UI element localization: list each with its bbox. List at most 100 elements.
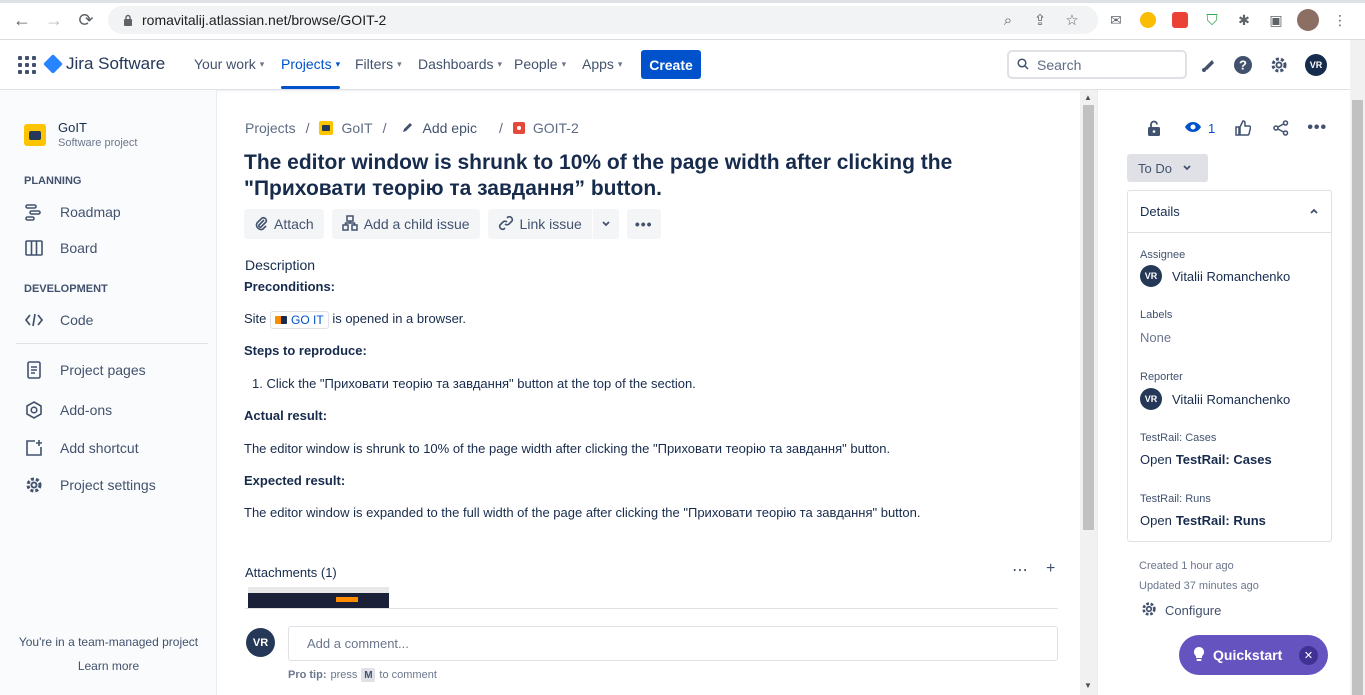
back-icon[interactable]: ← (10, 8, 34, 32)
more-icon: ••• (634, 216, 653, 232)
breadcrumb-issue-key[interactable]: GOIT-2 (512, 120, 579, 136)
settings-gear-icon[interactable] (1267, 53, 1291, 77)
open-prefix: Open (1140, 452, 1172, 467)
scrollbar-thumb[interactable] (1352, 100, 1363, 695)
roadmap-icon (24, 202, 44, 222)
labels-value[interactable]: None (1140, 330, 1171, 345)
app-switcher-icon[interactable] (18, 56, 36, 74)
reporter-field[interactable]: VR Vitalii Romanchenko (1140, 388, 1290, 410)
nav-dashboards[interactable]: Dashboards ▾ (418, 56, 502, 72)
profile-avatar[interactable] (1296, 8, 1320, 32)
sidebar-item-project-pages[interactable]: Project pages (24, 360, 146, 380)
mail-extension-icon[interactable]: ✉ (1104, 8, 1128, 32)
lightbulb-icon (1193, 646, 1205, 665)
link-issue-button[interactable]: Link issue (488, 209, 592, 239)
more-icon[interactable]: ••• (1305, 116, 1329, 140)
details-header[interactable]: Details (1128, 191, 1331, 233)
user-avatar[interactable]: VR (1304, 53, 1328, 77)
share-icon[interactable] (1269, 116, 1293, 140)
forward-icon[interactable]: → (42, 8, 66, 32)
more-actions-button[interactable]: ••• (626, 209, 661, 239)
development-section-title: DEVELOPMENT (24, 283, 108, 295)
testrail-runs-link[interactable]: Open TestRail: Runs (1140, 513, 1266, 528)
scroll-down-icon[interactable]: ▼ (1084, 681, 1092, 690)
sidebar-item-addons[interactable]: Add-ons (24, 400, 112, 420)
close-icon[interactable]: ✕ (1299, 646, 1318, 665)
breadcrumb-projects[interactable]: Projects (245, 120, 296, 136)
scroll-up-icon[interactable]: ▲ (1084, 93, 1092, 102)
goit-smart-link[interactable]: GO IT (270, 310, 329, 329)
bookmark-star-icon[interactable]: ☆ (1056, 12, 1088, 29)
scrollbar-thumb[interactable] (1083, 105, 1094, 530)
expected-text: The editor window is expanded to the ful… (244, 505, 921, 520)
keyboard-key: M (361, 668, 376, 682)
search-input[interactable]: Search (1007, 50, 1187, 79)
lock-icon[interactable] (1142, 116, 1166, 140)
address-bar[interactable]: romavitalij.atlassian.net/browse/GOIT-2 … (108, 6, 1098, 34)
sidebar-item-add-shortcut[interactable]: Add shortcut (24, 438, 139, 458)
add-icon[interactable]: + (1046, 560, 1055, 580)
add-child-issue-button[interactable]: Add a child issue (331, 209, 480, 239)
extension-icon-red[interactable] (1168, 8, 1192, 32)
project-avatar-icon (319, 121, 334, 135)
comment-input[interactable]: Add a comment... (288, 626, 1058, 661)
more-icon[interactable]: ⋯ (1012, 560, 1028, 580)
sidebar-item-label: Project pages (60, 362, 146, 378)
project-avatar-icon (24, 123, 46, 146)
sidebar-item-roadmap[interactable]: Roadmap (24, 202, 121, 222)
create-button[interactable]: Create (641, 50, 701, 79)
share-icon[interactable]: ⇪ (1024, 12, 1056, 29)
zoom-icon[interactable]: ⌕ (992, 12, 1024, 29)
sidebar-item-label: Project settings (60, 477, 156, 493)
link-issue-dropdown[interactable] (593, 209, 619, 239)
puzzle-extensions-icon[interactable]: ✱ (1232, 8, 1256, 32)
nav-filters[interactable]: Filters ▾ (355, 56, 402, 72)
attach-button[interactable]: Attach (244, 209, 324, 239)
sidebar-item-project-settings[interactable]: Project settings (24, 475, 156, 495)
nav-projects[interactable]: Projects ▾ (281, 56, 341, 89)
breadcrumb-project[interactable]: GoIT (319, 120, 373, 136)
main-scrollbar[interactable]: ▲ ▼ (1080, 90, 1097, 695)
attachment-thumbnail[interactable] (248, 587, 389, 609)
nav-people[interactable]: People ▾ (514, 56, 566, 72)
watch-button[interactable]: 1 (1184, 121, 1215, 136)
project-type: Software project (58, 137, 138, 149)
notifications-icon[interactable] (1196, 53, 1220, 77)
nav-apps[interactable]: Apps ▾ (582, 56, 622, 72)
pro-tip-suffix: to comment (379, 669, 437, 681)
add-epic-button[interactable]: Add epic (402, 120, 477, 136)
sidebar-item-board[interactable]: Board (24, 238, 97, 258)
help-icon[interactable]: ? (1231, 53, 1255, 77)
quickstart-button[interactable]: Quickstart ✕ (1179, 635, 1328, 675)
add-shortcut-icon (24, 438, 44, 458)
shield-extension-icon[interactable]: ⛉ (1200, 8, 1224, 32)
step-1: 1. Click the "Приховати теорію та завдан… (252, 376, 696, 391)
add-child-issue-label: Add a child issue (363, 216, 470, 232)
jira-logo[interactable]: Jira Software (43, 54, 165, 74)
issue-title[interactable]: The editor window is shrunk to 10% of th… (244, 150, 1064, 202)
testrail-cases-link[interactable]: Open TestRail: Cases (1140, 452, 1272, 467)
status-dropdown[interactable]: To Do (1127, 154, 1208, 182)
nav-your-work[interactable]: Your work ▾ (194, 56, 264, 72)
child-issue-icon (341, 214, 358, 234)
assignee-field[interactable]: VR Vitalii Romanchenko (1140, 265, 1290, 287)
page-scrollbar[interactable] (1350, 40, 1365, 695)
browser-menu-icon[interactable]: ⋮ (1328, 8, 1352, 32)
configure-button[interactable]: Configure (1141, 601, 1221, 620)
extension-icon-yellow[interactable] (1136, 8, 1160, 32)
assignee-avatar: VR (1140, 265, 1162, 287)
side-panel-icon[interactable]: ▣ (1264, 8, 1288, 32)
search-icon (1017, 57, 1029, 73)
smart-link-label: GO IT (291, 312, 324, 327)
nav-label: Apps (582, 56, 614, 72)
thumbs-up-icon[interactable] (1231, 116, 1255, 140)
chevron-down-icon: ▾ (617, 58, 623, 69)
reload-icon[interactable]: ⟳ (74, 8, 98, 32)
planning-section-title: PLANNING (24, 175, 82, 187)
issue-toolbar: 1 ••• (1142, 116, 1329, 140)
sidebar-item-code[interactable]: Code (24, 310, 93, 330)
attachments-title: Attachments (1) (245, 565, 337, 580)
project-header[interactable]: GoIT Software project (24, 120, 137, 149)
learn-more-link[interactable]: Learn more (0, 659, 217, 673)
addons-icon (24, 400, 44, 420)
